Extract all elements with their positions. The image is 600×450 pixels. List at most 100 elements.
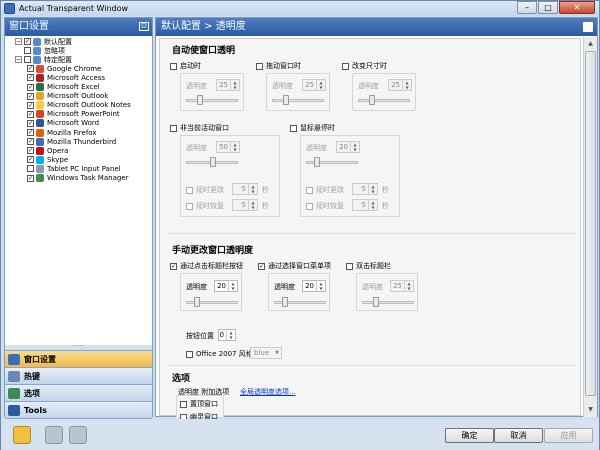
tree-item-checkbox[interactable]: ✓ bbox=[27, 129, 34, 136]
hover-delay-restore-spinner[interactable]: 5 ▲ ▼ bbox=[352, 199, 378, 211]
office-style-select[interactable]: blue ▼ bbox=[250, 347, 282, 359]
startup-opacity-spinner[interactable]: 25 ▲ ▼ bbox=[216, 79, 240, 91]
tree-item-checkbox[interactable]: ✓ bbox=[27, 83, 34, 91]
tree-item[interactable]: ✓ Mozilla Firefox bbox=[27, 128, 97, 137]
pin-icon[interactable]: ⊡ bbox=[139, 22, 149, 31]
hover-delay-change-spinner[interactable]: 5 ▲ ▼ bbox=[352, 183, 378, 195]
tree-item-checkbox[interactable]: ✓ bbox=[27, 92, 34, 100]
hover-delay-restore-checkbox[interactable]: 延时恢复 bbox=[306, 201, 344, 211]
nav-button-label: Tools bbox=[24, 405, 47, 415]
tree-item[interactable]: ✓ Microsoft Word bbox=[27, 119, 99, 128]
titlebar-button-opacity-slider[interactable] bbox=[186, 297, 238, 307]
tree-item-checkbox[interactable]: ✓ bbox=[27, 101, 34, 109]
tree-item[interactable]: − 特定配置 bbox=[15, 55, 72, 64]
hover-delay-change-unit: 秒 bbox=[382, 186, 389, 194]
resize-checkbox[interactable]: 改变尺寸时 bbox=[342, 61, 387, 71]
nav-icon bbox=[8, 370, 20, 382]
tree-item[interactable]: ✓ Opera bbox=[27, 146, 68, 155]
tree-item-checkbox[interactable] bbox=[27, 165, 34, 173]
tree-item[interactable]: ✓ Skype bbox=[27, 155, 68, 164]
cancel-button[interactable]: 取消 bbox=[494, 428, 543, 443]
drag-checkbox[interactable]: 拖动窗口时 bbox=[256, 61, 301, 71]
tree-item[interactable]: ✓ Microsoft Outlook Notes bbox=[27, 101, 131, 110]
hover-delay-change-checkbox[interactable]: 延时更改 bbox=[306, 185, 344, 195]
double-click-checkbox[interactable]: 双击标题栏 bbox=[346, 261, 391, 271]
inactive-opacity-label: 透明度 bbox=[186, 144, 207, 152]
inactive-delay-change-checkbox[interactable]: 延时更改 bbox=[186, 185, 224, 195]
page-title: 默认配置 > 透明度 bbox=[161, 21, 246, 32]
tree-item-checkbox[interactable] bbox=[24, 47, 31, 55]
app-icon bbox=[33, 46, 41, 55]
menu-item-opacity-spinner[interactable]: 20 ▲ ▼ bbox=[302, 280, 326, 292]
maximize-button[interactable]: □ bbox=[538, 1, 558, 14]
hover-opacity-slider[interactable] bbox=[306, 157, 358, 167]
title-bar[interactable]: Actual Transparent Window – □ ✕ bbox=[1, 1, 599, 16]
nav-button[interactable]: 窗口设置 bbox=[5, 350, 152, 367]
titlebar-button-opacity-spinner[interactable]: 20 ▲ ▼ bbox=[214, 280, 238, 292]
office-style-checkbox[interactable]: Office 2007 风格 bbox=[186, 349, 253, 359]
titlebar-button-checkbox[interactable]: ✓ 通过点击标题栏按钮 bbox=[170, 261, 243, 271]
hover-opacity-spinner[interactable]: 20 ▲ ▼ bbox=[336, 141, 360, 153]
tree-item-checkbox[interactable]: ✓ bbox=[27, 156, 34, 164]
nav-button[interactable]: Tools bbox=[5, 401, 152, 418]
nav-button[interactable]: 热键 bbox=[5, 367, 152, 384]
tree-item-checkbox[interactable]: ✓ bbox=[27, 138, 34, 146]
tree-item-checkbox[interactable]: ✓ bbox=[27, 174, 34, 182]
hover-checkbox[interactable]: 鼠标悬停时 bbox=[290, 123, 335, 133]
tree-item-checkbox[interactable]: ✓ bbox=[27, 119, 34, 127]
tree-item[interactable]: ✓ Microsoft Outlook bbox=[27, 92, 108, 101]
tree-item[interactable]: ✓ Google Chrome bbox=[27, 64, 101, 73]
tree-item-checkbox[interactable]: ✓ bbox=[27, 110, 34, 118]
vertical-scrollbar[interactable]: ▲ ▼ bbox=[583, 37, 597, 417]
tree-item-checkbox[interactable]: ✓ bbox=[27, 65, 34, 73]
tree-item-checkbox[interactable]: ✓ bbox=[27, 147, 34, 155]
drag-opacity-label: 透明度 bbox=[272, 82, 293, 90]
menu-item-opacity-slider[interactable] bbox=[274, 297, 326, 307]
double-click-opacity-spinner[interactable]: 25 ▲ ▼ bbox=[390, 280, 414, 292]
inactive-delay-restore-spinner[interactable]: 5 ▲ ▼ bbox=[232, 199, 258, 211]
nav-button[interactable]: 选项 bbox=[5, 384, 152, 401]
help-icon[interactable] bbox=[13, 426, 31, 444]
inactive-checkbox[interactable]: 非当前活动窗口 bbox=[170, 123, 229, 133]
drag-opacity-slider[interactable] bbox=[272, 95, 324, 105]
tree-item-checkbox[interactable] bbox=[24, 56, 31, 64]
redo-icon[interactable] bbox=[69, 426, 87, 444]
tree-item[interactable]: Tablet PC Input Panel bbox=[27, 164, 121, 173]
double-click-opacity-slider[interactable] bbox=[362, 297, 414, 307]
app-icon bbox=[36, 155, 44, 164]
inactive-opacity-spinner[interactable]: 50 ▲ ▼ bbox=[216, 141, 240, 153]
app-icon bbox=[33, 37, 41, 46]
startup-checkbox[interactable]: 启动时 bbox=[170, 61, 201, 71]
global-opacity-link[interactable]: 全局透明度选项... bbox=[240, 387, 296, 397]
topmost-checkbox[interactable]: 置顶窗口 bbox=[180, 399, 218, 409]
apply-button[interactable]: 应用 bbox=[544, 428, 593, 443]
tree-item[interactable]: ✓ Mozilla Thunderbird bbox=[27, 137, 116, 146]
button-position-spinner[interactable]: 0 ▲ ▼ bbox=[218, 329, 236, 341]
close-button[interactable]: ✕ bbox=[559, 1, 595, 14]
resize-opacity-spinner[interactable]: 25 ▲ ▼ bbox=[388, 79, 412, 91]
scrollbar-thumb[interactable] bbox=[585, 51, 596, 396]
scroll-up-icon[interactable]: ▲ bbox=[585, 38, 596, 49]
menu-item-checkbox[interactable]: ✓ 通过选择窗口菜单项 bbox=[258, 261, 331, 271]
app-icon bbox=[36, 137, 44, 146]
scroll-down-icon[interactable]: ▼ bbox=[585, 404, 596, 415]
tree-item-checkbox[interactable]: ✓ bbox=[27, 74, 34, 82]
undo-icon[interactable] bbox=[45, 426, 63, 444]
tree-item[interactable]: ✓ Windows Task Manager bbox=[27, 174, 129, 183]
tree-expander-icon[interactable]: − bbox=[15, 56, 22, 64]
tree-item[interactable]: ✓ Microsoft Excel bbox=[27, 83, 100, 92]
resize-opacity-slider[interactable] bbox=[358, 95, 410, 105]
tree-item[interactable]: ✓ Microsoft Access bbox=[27, 73, 105, 82]
ok-button[interactable]: 确定 bbox=[445, 428, 494, 443]
tree-item-checkbox[interactable]: ✓ bbox=[24, 38, 31, 45]
left-panel-title: 窗口设置 bbox=[9, 21, 49, 32]
inactive-opacity-slider[interactable] bbox=[186, 157, 238, 167]
nav-icon bbox=[8, 404, 20, 416]
tree-item[interactable]: ✓ Microsoft PowerPoint bbox=[27, 110, 120, 119]
startup-opacity-slider[interactable] bbox=[186, 95, 238, 105]
minimize-button[interactable]: – bbox=[517, 1, 537, 14]
drag-opacity-spinner[interactable]: 25 ▲ ▼ bbox=[302, 79, 326, 91]
tree-expander-icon[interactable]: − bbox=[15, 38, 22, 45]
inactive-delay-restore-checkbox[interactable]: 延时恢复 bbox=[186, 201, 224, 211]
inactive-delay-change-spinner[interactable]: 5 ▲ ▼ bbox=[232, 183, 258, 195]
